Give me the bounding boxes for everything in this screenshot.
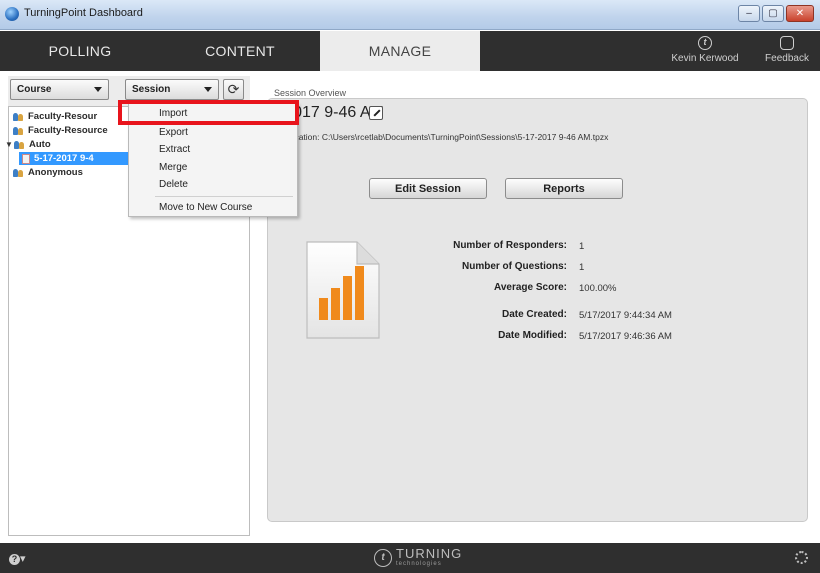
refresh-icon: ⟳ — [227, 81, 240, 97]
tab-polling[interactable]: POLLING — [0, 31, 160, 71]
section-title: Session Overview — [274, 88, 347, 98]
edit-title-icon[interactable] — [369, 106, 383, 120]
session-location: Location: C:\Users\rcetlab\Documents\Tur… — [285, 132, 609, 142]
edit-session-button[interactable]: Edit Session — [369, 178, 487, 199]
chevron-down-icon: ▾ — [20, 553, 26, 565]
window-title: TurningPoint Dashboard — [24, 7, 143, 19]
top-navigation: POLLING CONTENT MANAGE t Kevin Kerwood F… — [0, 31, 820, 71]
questions-label: Number of Questions: — [461, 261, 567, 272]
course-icon — [13, 168, 24, 178]
turning-technologies-logo: t TURNING technologies — [374, 546, 463, 567]
bottom-bar: ? ▾ t TURNING technologies — [0, 543, 820, 573]
menu-separator — [155, 196, 293, 197]
tab-content[interactable]: CONTENT — [160, 31, 320, 71]
tree-item-anonymous[interactable]: Anonymous — [13, 166, 83, 179]
settings-gear-icon[interactable] — [795, 551, 808, 564]
chevron-down-icon — [204, 87, 212, 92]
session-dropdown[interactable]: Session — [125, 79, 219, 100]
date-modified-label: Date Modified: — [498, 330, 567, 341]
menu-item-merge[interactable]: Merge — [129, 159, 297, 176]
turning-logo-icon: t — [374, 548, 392, 567]
session-file-icon — [22, 153, 30, 164]
user-account[interactable]: t Kevin Kerwood — [660, 34, 750, 64]
session-dropdown-label: Session — [132, 84, 171, 95]
feedback-icon — [780, 36, 794, 50]
user-name: Kevin Kerwood — [671, 53, 739, 64]
date-created-value: 5/17/2017 9:44:34 AM — [579, 310, 672, 321]
course-icon — [14, 140, 25, 150]
import-highlight-annotation — [118, 100, 299, 125]
tree-item-faculty-resource-2[interactable]: Faculty-Resource — [13, 124, 108, 137]
feedback-label: Feedback — [765, 53, 809, 64]
tree-item-session[interactable]: 5-17-2017 9-4 — [19, 152, 129, 165]
window-titlebar: TurningPoint Dashboard – ▢ ✕ — [0, 0, 820, 30]
tree-item-label: Faculty-Resource — [28, 125, 108, 136]
responders-value: 1 — [579, 241, 585, 252]
menu-item-extract[interactable]: Extract — [129, 141, 297, 158]
turningpoint-app-icon — [5, 7, 19, 21]
date-created-label: Date Created: — [501, 309, 567, 320]
menu-item-move-to-new-course[interactable]: Move to New Course — [129, 199, 297, 216]
brand-name: TURNING — [396, 546, 463, 561]
tree-item-auto[interactable]: ▼ Auto — [5, 138, 51, 151]
tab-manage[interactable]: MANAGE — [320, 31, 480, 71]
course-dropdown-label: Course — [17, 84, 52, 95]
maximize-button[interactable]: ▢ — [762, 5, 784, 22]
questions-value: 1 — [579, 262, 585, 273]
tree-item-label: Auto — [29, 139, 51, 150]
tree-item-label: 5-17-2017 9-4 — [34, 153, 94, 164]
average-score-value: 100.00% — [579, 283, 617, 294]
window-controls: – ▢ ✕ — [738, 5, 814, 22]
tree-item-label: Anonymous — [28, 167, 83, 178]
refresh-button[interactable]: ⟳ — [223, 79, 244, 100]
close-button[interactable]: ✕ — [786, 5, 814, 22]
help-button[interactable]: ? ▾ — [9, 552, 26, 565]
minimize-button[interactable]: – — [738, 5, 760, 22]
course-icon — [13, 126, 24, 136]
expand-triangle-icon[interactable]: ▼ — [5, 140, 13, 149]
responders-label: Number of Responders: — [453, 240, 567, 251]
average-score-label: Average Score: — [494, 282, 567, 293]
tree-item-faculty-resource-1[interactable]: Faculty-Resour — [13, 110, 97, 123]
menu-item-export[interactable]: Export — [129, 124, 297, 141]
date-modified-value: 5/17/2017 9:46:36 AM — [579, 331, 672, 342]
menu-item-delete[interactable]: Delete — [129, 176, 297, 193]
brand-sub: technologies — [396, 561, 442, 567]
session-file-chart-icon — [306, 241, 380, 339]
chevron-down-icon — [94, 87, 102, 92]
course-icon — [13, 112, 24, 122]
tree-item-label: Faculty-Resour — [28, 111, 98, 122]
feedback-button[interactable]: Feedback — [752, 34, 820, 64]
help-icon: ? — [9, 554, 20, 565]
course-dropdown[interactable]: Course — [10, 79, 109, 100]
reports-button[interactable]: Reports — [505, 178, 623, 199]
turning-user-icon: t — [698, 36, 712, 50]
